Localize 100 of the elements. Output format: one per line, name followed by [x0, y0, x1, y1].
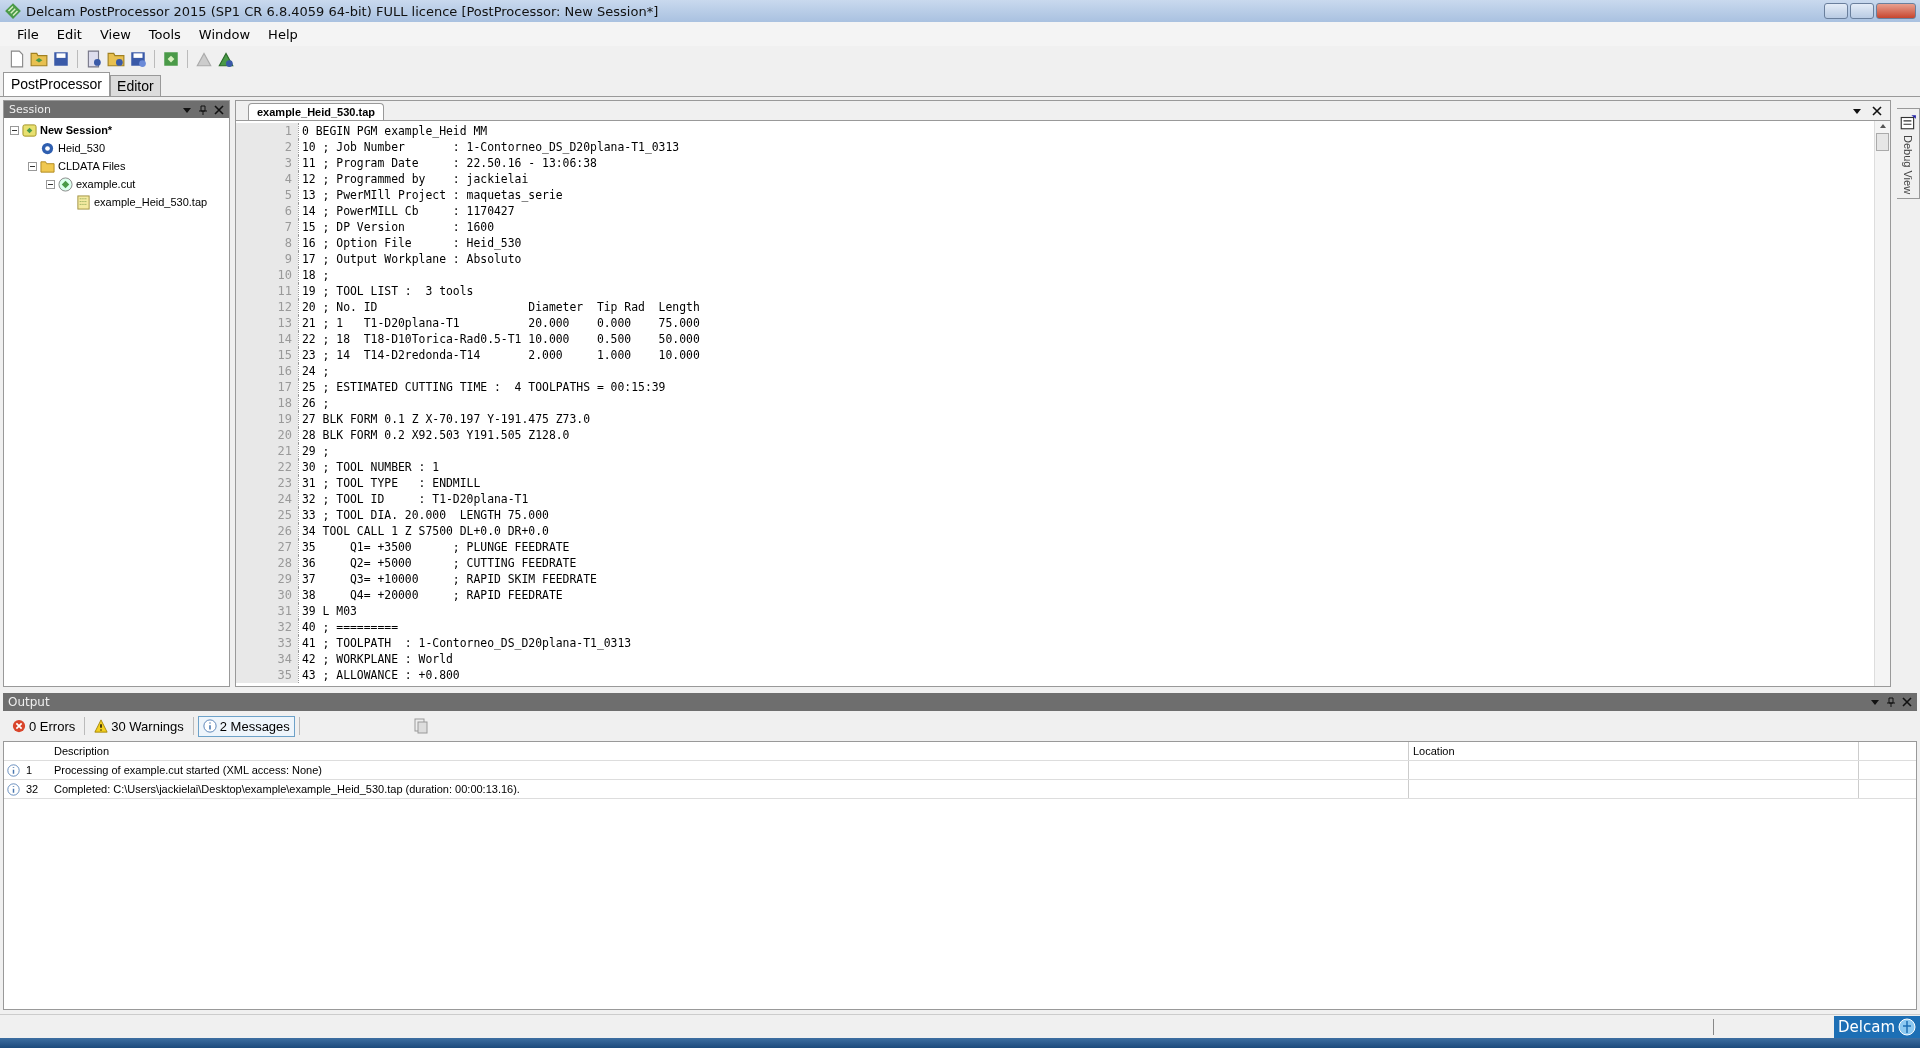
menu-item[interactable]: Tools: [139, 24, 190, 44]
line-number: 8: [236, 235, 298, 251]
add-cldata-icon[interactable]: [162, 49, 180, 68]
warning-icon: [94, 719, 109, 733]
code-line: 11 ; Program Date : 22.50.16 - 13:06:38: [298, 155, 597, 171]
file-tab[interactable]: example_Heid_530.tap: [248, 103, 384, 120]
code-line: 40 ; =========: [298, 619, 398, 635]
tree-item[interactable]: Heid_530: [58, 142, 106, 154]
table-cell: Processing of example.cut started (XML access: None): [54, 764, 322, 776]
line-number: 23: [236, 475, 298, 491]
close-icon[interactable]: [1872, 106, 1882, 116]
line-number: 13: [236, 315, 298, 331]
filter-button[interactable]: 30 Warnings: [89, 715, 189, 737]
column-header[interactable]: Description: [54, 745, 110, 757]
code-line: 22 ; 18 T18-D10Torica-Rad0.5-T1 10.000 0.500 50.000: [298, 331, 700, 347]
new-file-icon[interactable]: [8, 49, 26, 68]
code-line: 23 ; 14 T14-D2redonda-T14 2.000 1.000 10.000: [298, 347, 700, 363]
column-header[interactable]: Location: [1413, 745, 1455, 757]
debug-view-tab[interactable]: Debug View: [1896, 108, 1920, 200]
error-icon: [12, 719, 26, 733]
line-number: 20: [236, 427, 298, 443]
code-line: 21 ; 1 T1-D20plana-T1 20.000 0.000 75.000: [298, 315, 700, 331]
line-number: 22: [236, 459, 298, 475]
info-icon: [202, 719, 217, 733]
code-line: 37 Q3= +10000 ; RAPID SKIM FEEDRATE: [298, 571, 597, 587]
line-number: 21: [236, 443, 298, 459]
code-line: 34 TOOL CALL 1 Z S7500 DL+0.0 DR+0.0: [298, 523, 549, 539]
line-number: 10: [236, 267, 298, 283]
scrollbar-thumb[interactable]: [1876, 133, 1889, 151]
tab[interactable]: PostProcessor: [3, 72, 111, 96]
table-cell: Completed: C:\Users\jackielai\Desktop\example\example_Heid_530.tap (duration: 00:00:13.16).: [54, 783, 520, 795]
session-icon: [22, 122, 37, 138]
line-number: 35: [236, 667, 298, 683]
code-line: 26 ;: [298, 395, 330, 411]
code-line: 16 ; Option File : Heid_530: [298, 235, 522, 251]
line-number: 24: [236, 491, 298, 507]
code-line: 12 ; Programmed by : jackielai: [298, 171, 529, 187]
line-number: 15: [236, 347, 298, 363]
maximize-button[interactable]: [1850, 3, 1874, 19]
menu-item[interactable]: Window: [189, 24, 260, 44]
minimize-button[interactable]: [1824, 3, 1848, 19]
save-gear-icon[interactable]: [129, 49, 147, 68]
menu-item[interactable]: Edit: [47, 24, 91, 44]
line-number: 9: [236, 251, 298, 267]
save-icon[interactable]: [52, 49, 70, 68]
cldata-file-icon: [58, 176, 73, 192]
code-line: 33 ; TOOL DIA. 20.000 LENGTH 75.000: [298, 507, 549, 523]
collapse-icon[interactable]: [10, 125, 19, 135]
code-line: 19 ; TOOL LIST : 3 tools: [298, 283, 474, 299]
filter-button[interactable]: 0 Errors: [7, 715, 81, 737]
line-number: 31: [236, 603, 298, 619]
table-cell-text: 32: [25, 783, 40, 795]
code-line: 20 ; No. ID Diameter Tip Rad Length: [298, 299, 700, 315]
collapse-icon[interactable]: [46, 179, 55, 189]
dropdown-icon[interactable]: [1852, 106, 1862, 116]
app-logo-icon: [4, 2, 22, 20]
code-line: 42 ; WORKPLANE : World: [298, 651, 453, 667]
line-number: 12: [236, 299, 298, 315]
tree-item[interactable]: example.cut: [76, 178, 136, 190]
line-number: 34: [236, 651, 298, 667]
close-button[interactable]: [1876, 3, 1916, 19]
code-line: 43 ; ALLOWANCE : +0.800: [298, 667, 460, 683]
code-line: 35 Q1= +3500 ; PLUNGE FEEDRATE: [298, 539, 570, 555]
line-number: 3: [236, 155, 298, 171]
document-gear-icon[interactable]: [85, 49, 103, 68]
code-line: 39 L M03: [298, 603, 357, 619]
code-line: 17 ; Output Workplane : Absoluto: [298, 251, 522, 267]
code-line: 10 ; Job Number : 1-Contorneo_DS_D20plana-T1_0313: [298, 139, 680, 155]
menu-item[interactable]: Help: [259, 24, 307, 44]
pin-icon[interactable]: [1886, 697, 1896, 707]
line-number: 28: [236, 555, 298, 571]
line-number: 26: [236, 523, 298, 539]
scrollbar[interactable]: [1874, 121, 1890, 686]
line-number: 6: [236, 203, 298, 219]
line-number: 27: [236, 539, 298, 555]
panel-title: Session: [9, 103, 52, 116]
tree-item[interactable]: CLDATA Files: [58, 160, 126, 172]
menu-item[interactable]: View: [90, 24, 140, 44]
tree-item[interactable]: New Session*: [40, 124, 113, 136]
code-line: 31 ; TOOL TYPE : ENDMILL: [298, 475, 481, 491]
nc-file-icon: [76, 194, 91, 210]
line-number: 30: [236, 587, 298, 603]
tree-item[interactable]: example_Heid_530.tap: [94, 196, 208, 208]
code-line: 29 ;: [298, 443, 330, 459]
code-line: 15 ; DP Version : 1600: [298, 219, 495, 235]
info-icon: [6, 782, 20, 796]
line-number: 33: [236, 635, 298, 651]
menu-item[interactable]: File: [8, 24, 48, 44]
pin-icon[interactable]: [198, 104, 208, 115]
panel-title: Output: [8, 695, 51, 709]
filter-button[interactable]: 2 Messages: [197, 715, 295, 737]
code-line: 0 BEGIN PGM example_Heid MM: [298, 123, 488, 139]
code-line: 25 ; ESTIMATED CUTTING TIME : 4 TOOLPATHS = 00:15:39: [298, 379, 666, 395]
tab[interactable]: Editor: [110, 75, 161, 96]
code-line: 18 ;: [298, 267, 330, 283]
line-number: 18: [236, 395, 298, 411]
brand-name: Delcam: [1838, 1017, 1895, 1036]
line-number: 11: [236, 283, 298, 299]
collapse-icon[interactable]: [28, 161, 37, 171]
line-number: 14: [236, 331, 298, 347]
